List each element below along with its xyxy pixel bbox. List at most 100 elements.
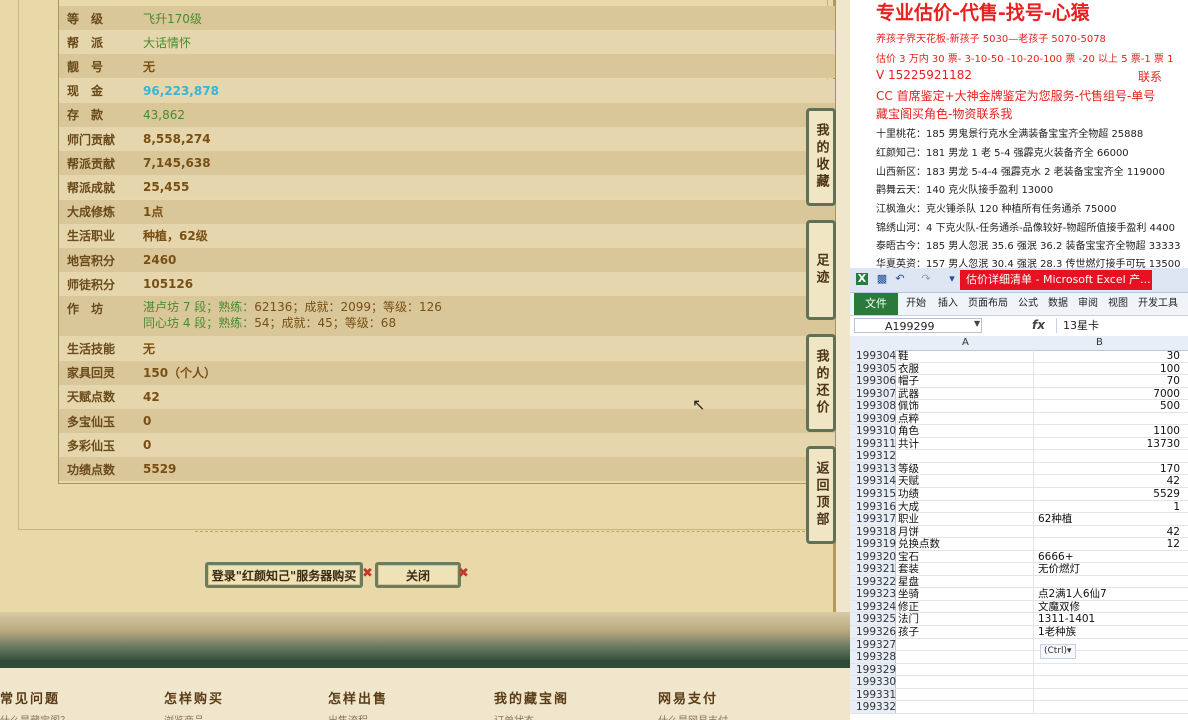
name-box[interactable]: A199299 <box>854 318 982 333</box>
row-number[interactable]: 199329 <box>850 663 896 676</box>
cell-a[interactable]: 鞋 <box>896 350 1034 362</box>
cell-a[interactable] <box>896 651 1034 663</box>
row-number[interactable]: 199321 <box>850 563 896 575</box>
row-number[interactable]: 199331 <box>850 688 896 701</box>
cell-a[interactable] <box>896 638 1034 651</box>
row-number[interactable]: 199322 <box>850 575 896 588</box>
cell-b[interactable] <box>1034 689 1184 701</box>
sheet-row[interactable]: 199320 宝石 6666+ <box>850 550 1188 564</box>
row-number[interactable]: 199315 <box>850 488 896 500</box>
footer-my-cbg[interactable]: 我的藏宝阁 <box>494 688 569 707</box>
cell-b[interactable]: 1100 <box>1034 425 1184 437</box>
cell-a[interactable]: 月饼 <box>896 525 1034 538</box>
cell-a[interactable]: 点粹 <box>896 412 1034 425</box>
tab-view[interactable]: 视图 <box>1108 293 1128 315</box>
close-button[interactable]: 关闭 <box>375 562 461 588</box>
cell-a[interactable] <box>896 663 1034 676</box>
row-number[interactable]: 199328 <box>850 651 896 663</box>
cell-a[interactable]: 等级 <box>896 462 1034 475</box>
sheet-row[interactable]: 199328 <box>850 651 1188 664</box>
row-number[interactable]: 199332 <box>850 701 896 713</box>
tab-insert[interactable]: 插入 <box>938 293 958 315</box>
footer-sub-link[interactable]: 订单状态 <box>494 712 534 720</box>
cell-b[interactable] <box>1034 676 1184 688</box>
cell-b[interactable] <box>1034 664 1184 676</box>
cell-b[interactable]: 500 <box>1034 400 1184 412</box>
spreadsheet-grid[interactable]: 199304 鞋 30 199305 衣服 100 199306 帽子 70 199307 武器 70… <box>850 350 1188 714</box>
sheet-row[interactable]: 199331 <box>850 688 1188 702</box>
footer-how-to-sell[interactable]: 怎样出售 <box>328 688 388 707</box>
fx-icon[interactable]: fx <box>1032 318 1045 332</box>
redo-icon[interactable]: ↷ <box>920 273 932 285</box>
side-tab-favorites[interactable]: 我的收藏 <box>806 108 836 206</box>
row-number[interactable]: 199319 <box>850 538 896 550</box>
sheet-row[interactable]: 199314 天赋 42 <box>850 475 1188 489</box>
sheet-row[interactable]: 199308 佩饰 500 <box>850 400 1188 413</box>
paste-options-tag[interactable]: (Ctrl)▾ <box>1040 644 1076 659</box>
sheet-row[interactable]: 199305 衣服 100 <box>850 362 1188 376</box>
sheet-row[interactable]: 199315 功绩 5529 <box>850 488 1188 501</box>
formula-input[interactable]: 13星卡 <box>1056 318 1186 333</box>
cell-b[interactable]: 1老种族 <box>1034 626 1184 638</box>
row-number[interactable]: 199325 <box>850 613 896 625</box>
cell-a[interactable] <box>896 450 1034 462</box>
cell-a[interactable]: 修正 <box>896 600 1034 613</box>
customize-toolbar-icon[interactable]: ▾ <box>946 273 958 285</box>
tab-home[interactable]: 开始 <box>906 293 926 315</box>
cell-a[interactable]: 职业 <box>896 513 1034 525</box>
cell-b[interactable] <box>1034 701 1184 713</box>
tab-data[interactable]: 数据 <box>1048 293 1068 315</box>
cell-a[interactable]: 套装 <box>896 563 1034 575</box>
cell-b[interactable] <box>1034 450 1184 462</box>
sheet-row[interactable]: 199313 等级 170 <box>850 462 1188 476</box>
sheet-row[interactable]: 199304 鞋 30 <box>850 350 1188 363</box>
cell-a[interactable]: 天赋 <box>896 475 1034 488</box>
sheet-row[interactable]: 199316 大成 1 <box>850 500 1188 514</box>
row-number[interactable]: 199304 <box>850 350 896 362</box>
cell-a[interactable] <box>896 701 1034 713</box>
cell-b[interactable] <box>1034 413 1184 425</box>
sheet-row[interactable]: 199319 兑换点数 12 <box>850 538 1188 551</box>
tab-file[interactable]: 文件 <box>854 293 898 315</box>
sheet-row[interactable]: 199312 <box>850 450 1188 463</box>
cell-a[interactable]: 佩饰 <box>896 400 1034 412</box>
row-number[interactable]: 199323 <box>850 588 896 600</box>
row-number[interactable]: 199326 <box>850 626 896 638</box>
row-number[interactable]: 199320 <box>850 550 896 563</box>
cell-b[interactable]: 1311-1401 <box>1034 613 1184 625</box>
cell-b[interactable]: 42 <box>1034 526 1184 538</box>
cell-a[interactable]: 帽子 <box>896 375 1034 387</box>
buy-on-server-button[interactable]: 登录"红颜知己"服务器购买 <box>205 562 363 588</box>
cell-b[interactable] <box>1034 576 1184 588</box>
row-number[interactable]: 199327 <box>850 638 896 651</box>
cell-b[interactable]: 点2满1人6仙7 <box>1034 588 1184 600</box>
footer-how-to-buy[interactable]: 怎样购买 <box>164 688 224 707</box>
cell-b[interactable]: 62种植 <box>1034 513 1184 525</box>
cell-a[interactable]: 大成 <box>896 500 1034 513</box>
row-number[interactable]: 199312 <box>850 450 896 462</box>
footer-sub-link[interactable]: 什么是藏宝阁？ <box>0 712 70 720</box>
tab-review[interactable]: 审阅 <box>1078 293 1098 315</box>
sheet-row[interactable]: 199330 <box>850 676 1188 689</box>
sheet-row[interactable]: 199309 点粹 <box>850 412 1188 426</box>
row-number[interactable]: 199313 <box>850 462 896 475</box>
cell-a[interactable]: 孩子 <box>896 626 1034 638</box>
sheet-row[interactable]: 199332 <box>850 701 1188 714</box>
sheet-row[interactable]: 199317 职业 62种植 <box>850 513 1188 526</box>
cell-b[interactable]: 70 <box>1034 375 1184 387</box>
cell-b[interactable]: 无价燃灯 <box>1034 563 1184 575</box>
sheet-row[interactable]: 199307 武器 7000 <box>850 387 1188 401</box>
cell-b[interactable]: 5529 <box>1034 488 1184 500</box>
cell-b[interactable]: 170 <box>1034 463 1184 475</box>
cell-b[interactable]: 7000 <box>1034 388 1184 400</box>
cell-a[interactable]: 衣服 <box>896 362 1034 375</box>
sheet-row[interactable]: 199329 <box>850 663 1188 677</box>
cell-a[interactable] <box>896 676 1034 688</box>
cell-b[interactable]: 100 <box>1034 363 1184 375</box>
cell-b[interactable]: 42 <box>1034 475 1184 487</box>
sheet-row[interactable]: 199318 月饼 42 <box>850 525 1188 539</box>
row-number[interactable]: 199310 <box>850 425 896 437</box>
row-number[interactable]: 199314 <box>850 475 896 487</box>
row-number[interactable]: 199318 <box>850 525 896 538</box>
cell-a[interactable]: 宝石 <box>896 550 1034 563</box>
